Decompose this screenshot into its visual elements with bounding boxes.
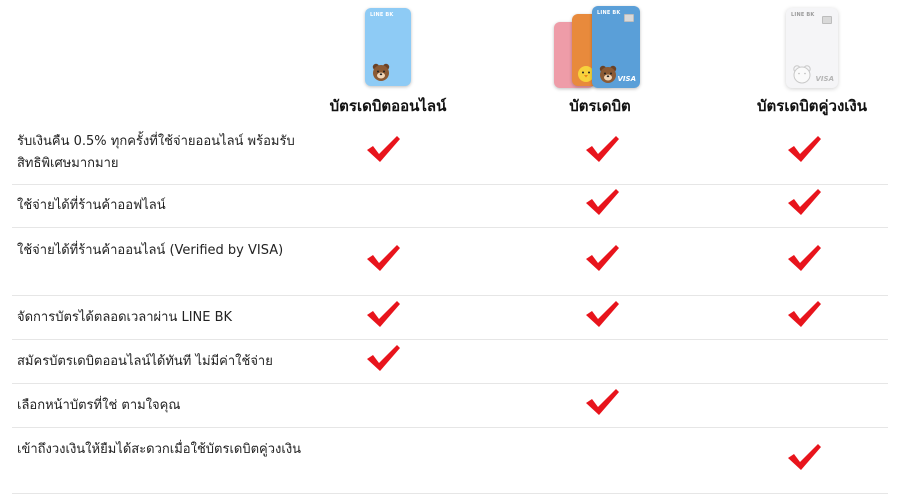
- card-image-debit: LINE BK VISA: [490, 6, 710, 90]
- feature-label: ใช้จ่ายได้ที่ร้านค้าออนไลน์ (Verified by…: [17, 243, 284, 258]
- feature-label: เข้าถึงวงเงินให้ยืมได้สะดวกเมื่อใช้บัตรเ…: [17, 442, 302, 457]
- check-icon: [788, 136, 821, 162]
- table-row: ใช้จ่ายได้ที่ร้านค้าออนไลน์ (Verified by…: [12, 228, 888, 296]
- feature-label: รับเงินคืน 0.5% ทุกครั้งที่ใช้จ่ายออนไลน…: [17, 134, 295, 171]
- table-row: รับเงินคืน 0.5% ทุกครั้งที่ใช้จ่ายออนไลน…: [12, 122, 888, 185]
- check-icon: [586, 136, 619, 162]
- card-brand-label: LINE BK: [370, 12, 394, 18]
- card-brand-label: LINE BK: [597, 10, 621, 16]
- column-credit-line-debit: LINE BK VISA บัตรเดบิตคู่วงเงิน: [702, 0, 900, 122]
- visa-logo: VISA: [617, 75, 636, 83]
- table-row: จัดการบัตรได้ตลอดเวลาผ่าน LINE BK: [12, 296, 888, 340]
- check-icon: [788, 444, 821, 470]
- column-online-debit: LINE BK บัตรเดบิตออนไลน์: [278, 0, 498, 122]
- card-chip-icon: [624, 14, 634, 22]
- brown-bear-icon: [372, 63, 390, 81]
- card-image-credit-line-debit: LINE BK VISA: [702, 6, 900, 90]
- check-icon: [788, 189, 821, 215]
- column-title: บัตรเดบิต: [569, 97, 631, 115]
- check-icon: [788, 301, 821, 327]
- check-icon: [586, 389, 619, 415]
- debit-card-blue: LINE BK VISA: [592, 6, 640, 88]
- check-icon: [586, 245, 619, 271]
- comparison-header: LINE BK บัตรเดบิตออนไลน์ LINE BK VISA บั…: [0, 0, 900, 122]
- feature-label: สมัครบัตรเดบิตออนไลน์ได้ทันที ไม่มีค่าใช…: [17, 354, 273, 369]
- feature-label: เลือกหน้าบัตรที่ใช่ ตามใจคุณ: [17, 398, 181, 413]
- table-row: ใช้จ่ายได้ที่ร้านค้าออฟไลน์: [12, 185, 888, 228]
- brown-bear-icon: [599, 65, 617, 83]
- feature-label: จัดการบัตรได้ตลอดเวลาผ่าน LINE BK: [17, 310, 233, 325]
- column-debit: LINE BK VISA บัตรเดบิต: [490, 0, 710, 122]
- check-icon: [586, 301, 619, 327]
- check-icon: [367, 136, 400, 162]
- column-title: บัตรเดบิตคู่วงเงิน: [757, 97, 867, 115]
- card-brand-label: LINE BK: [791, 12, 815, 18]
- check-icon: [367, 245, 400, 271]
- card-chip-icon: [822, 16, 832, 24]
- check-icon: [367, 345, 400, 371]
- table-row: สมัครบัตรเดบิตออนไลน์ได้ทันที ไม่มีค่าใช…: [12, 340, 888, 384]
- check-icon: [367, 301, 400, 327]
- table-row: เลือกหน้าบัตรที่ใช่ ตามใจคุณ: [12, 384, 888, 428]
- table-row: เข้าถึงวงเงินให้ยืมได้สะดวกเมื่อใช้บัตรเ…: [12, 428, 888, 494]
- card-image-online-debit: LINE BK: [278, 6, 498, 90]
- credit-line-debit-card: LINE BK VISA: [786, 8, 838, 88]
- visa-logo: VISA: [815, 75, 834, 83]
- online-debit-card: LINE BK: [365, 8, 411, 86]
- feature-label: ใช้จ่ายได้ที่ร้านค้าออฟไลน์: [17, 198, 166, 213]
- column-title: บัตรเดบิตออนไลน์: [329, 97, 447, 115]
- outline-bear-icon: [793, 65, 811, 84]
- check-icon: [586, 189, 619, 215]
- check-icon: [788, 245, 821, 271]
